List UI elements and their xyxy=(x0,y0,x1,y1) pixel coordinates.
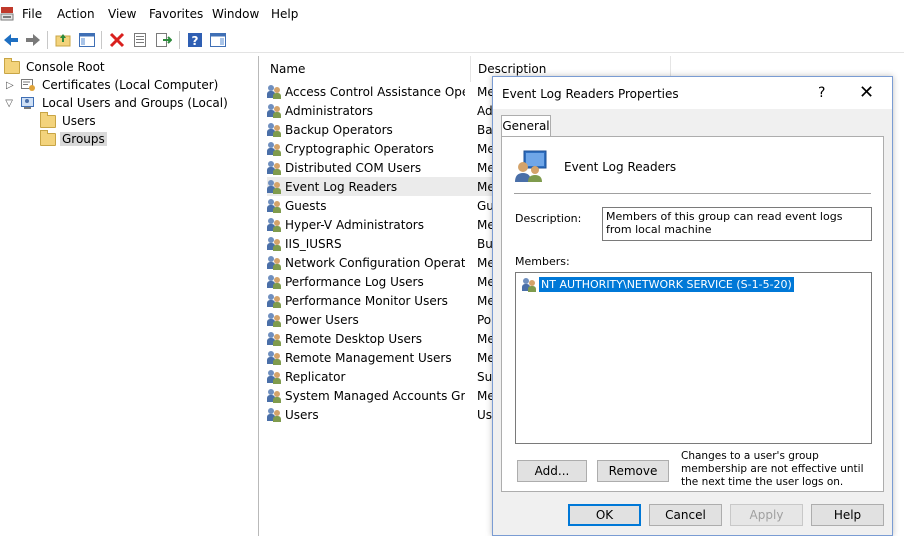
group-icon xyxy=(267,198,282,213)
group-icon xyxy=(267,103,282,118)
tree-item-local-users-and-groups[interactable]: Local Users and Groups (Local) xyxy=(20,94,230,112)
group-icon xyxy=(267,293,282,308)
properties-dialog: Event Log Readers Properties ? ✕ General… xyxy=(492,76,893,536)
group-name-cell: System Managed Accounts Group xyxy=(285,388,465,403)
membership-note: Changes to a user's group membership are… xyxy=(681,450,864,488)
up-folder-icon[interactable] xyxy=(54,31,72,49)
close-icon[interactable]: ✕ xyxy=(859,82,874,103)
description-label: Description: xyxy=(515,212,582,225)
help-question-icon[interactable]: ? xyxy=(818,85,825,101)
group-icon xyxy=(267,160,282,175)
group-large-icon xyxy=(515,150,547,182)
group-icon xyxy=(267,312,282,327)
export-list-icon[interactable] xyxy=(154,31,172,49)
group-name-cell: Remote Management Users xyxy=(285,350,452,365)
console-tree: Console Root ▷ Certificates (Local Compu… xyxy=(0,56,259,536)
group-name-cell: Remote Desktop Users xyxy=(285,331,423,346)
group-name-cell: Access Control Assistance Opera... xyxy=(285,84,465,99)
folder-icon xyxy=(40,129,56,146)
delete-icon[interactable] xyxy=(108,31,126,49)
dialog-title-bar: Event Log Readers Properties ? ✕ xyxy=(493,77,892,109)
group-name-cell: Distributed COM Users xyxy=(285,160,422,175)
group-name-cell: Guests xyxy=(285,198,327,213)
back-arrow-icon[interactable] xyxy=(2,31,20,49)
menu-favorites[interactable]: Favorites xyxy=(149,7,203,21)
group-icon xyxy=(267,84,282,99)
group-icon xyxy=(267,255,282,270)
tab-general[interactable]: General xyxy=(501,115,551,137)
group-name-cell: Performance Monitor Users xyxy=(285,293,448,308)
action-pane-icon[interactable] xyxy=(209,31,227,49)
forward-arrow-icon[interactable] xyxy=(24,31,42,49)
menu-view[interactable]: View xyxy=(108,7,136,21)
properties-icon[interactable] xyxy=(131,31,149,49)
group-icon xyxy=(267,388,282,403)
members-label: Members: xyxy=(515,255,570,268)
tree-item-console-root[interactable]: Console Root xyxy=(4,57,107,76)
group-name-cell: Backup Operators xyxy=(285,122,393,137)
group-name-cell: IIS_IUSRS xyxy=(285,236,342,251)
help-button[interactable]: Help xyxy=(811,504,884,526)
local-users-groups-icon xyxy=(21,96,34,109)
menu-window[interactable]: Window xyxy=(212,7,259,21)
group-icon xyxy=(267,141,282,156)
menu-help[interactable]: Help xyxy=(271,7,298,21)
cancel-button[interactable]: Cancel xyxy=(649,504,722,526)
apply-button[interactable]: Apply xyxy=(730,504,803,526)
group-icon xyxy=(267,369,282,384)
description-field[interactable]: Members of this group can read event log… xyxy=(602,207,872,241)
group-name-cell: Event Log Readers xyxy=(285,179,398,194)
group-name-cell: Power Users xyxy=(285,312,359,327)
group-name-cell: Administrators xyxy=(285,103,374,118)
show-hide-tree-icon[interactable] xyxy=(78,31,96,49)
dialog-title: Event Log Readers Properties xyxy=(502,87,679,101)
group-icon xyxy=(267,407,282,422)
toolbar: ? xyxy=(0,28,904,53)
menu-bar: File Action View Favorites Window Help xyxy=(0,0,904,28)
group-name-cell: Hyper-V Administrators xyxy=(285,217,424,232)
group-name-cell: Users xyxy=(285,407,319,422)
menu-file[interactable]: File xyxy=(22,7,42,21)
certificates-icon xyxy=(21,78,35,91)
group-icon xyxy=(267,122,282,137)
ok-button[interactable]: OK xyxy=(568,504,641,526)
menu-action[interactable]: Action xyxy=(57,7,95,21)
help-icon[interactable]: ? xyxy=(186,31,204,49)
group-icon xyxy=(267,274,282,289)
collapse-chevron-icon[interactable]: ▷ xyxy=(3,100,14,108)
group-name-cell: Cryptographic Operators xyxy=(285,141,434,156)
group-icon xyxy=(267,217,282,232)
members-list[interactable]: NT AUTHORITY\NETWORK SERVICE (S-1-5-20) xyxy=(515,272,872,444)
group-name-cell: Network Configuration Operators xyxy=(285,255,465,270)
group-name: Event Log Readers xyxy=(564,160,677,174)
member-item[interactable]: NT AUTHORITY\NETWORK SERVICE (S-1-5-20) xyxy=(522,277,794,292)
add-button[interactable]: Add... xyxy=(517,460,587,482)
folder-icon xyxy=(40,111,56,128)
tree-item-certificates[interactable]: Certificates (Local Computer) xyxy=(20,76,220,94)
remove-button[interactable]: Remove xyxy=(597,460,669,482)
tree-item-groups[interactable]: Groups xyxy=(40,129,107,148)
group-icon xyxy=(522,277,537,292)
computer-management-app-icon xyxy=(0,7,14,21)
group-icon xyxy=(267,331,282,346)
general-tab-page: Event Log Readers Description: Members o… xyxy=(501,136,884,492)
group-icon xyxy=(267,236,282,251)
expand-chevron-icon[interactable]: ▷ xyxy=(6,80,14,91)
group-icon xyxy=(267,179,282,194)
group-name-cell: Replicator xyxy=(285,369,346,384)
tree-item-users[interactable]: Users xyxy=(40,111,98,130)
column-header-name[interactable]: Name xyxy=(263,56,471,82)
svg-text:?: ? xyxy=(192,34,199,48)
folder-icon xyxy=(4,57,20,74)
group-name-cell: Performance Log Users xyxy=(285,274,424,289)
divider xyxy=(514,193,871,194)
group-icon xyxy=(267,350,282,365)
